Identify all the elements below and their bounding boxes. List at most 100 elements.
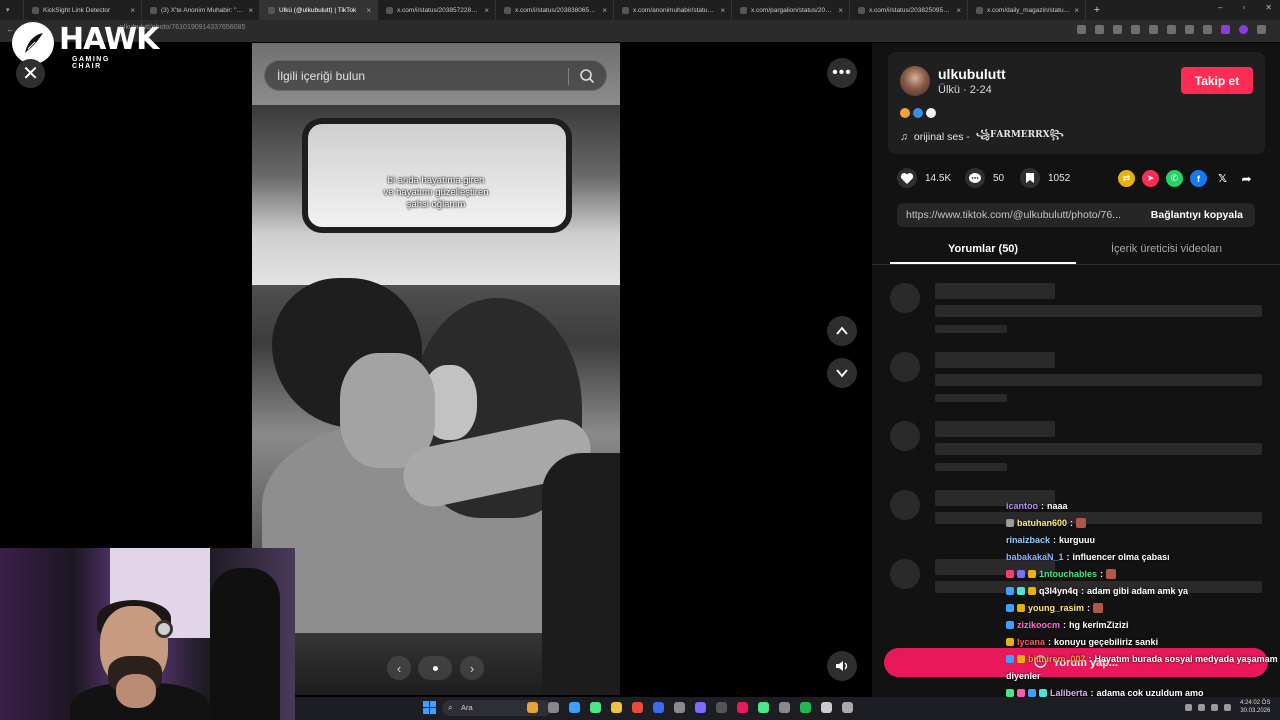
browser-tab[interactable]: x.com/anonimuhabir/status/20 × xyxy=(614,0,732,20)
browser-tab[interactable]: x.com/i/status/203838065910 × xyxy=(496,0,614,20)
obs-icon[interactable] xyxy=(779,702,790,713)
tray-network-icon[interactable] xyxy=(1198,704,1205,711)
browser-tab[interactable]: KickSight Link Detector × xyxy=(24,0,142,20)
x-twitter-icon[interactable]: 𝕏 xyxy=(1214,170,1231,187)
tab-menu-button[interactable]: ▾ xyxy=(0,0,24,20)
maximize-icon[interactable]: ▫ xyxy=(1242,3,1245,12)
tray-volume-icon[interactable] xyxy=(1224,704,1231,711)
music-info[interactable]: ♫ orijinal ses - ꧁𝐅𝐀𝐑𝐌𝐄𝐑𝐑𝐗꧂ xyxy=(900,128,1064,146)
author-avatar[interactable] xyxy=(900,66,930,96)
carousel-next-button[interactable]: › xyxy=(460,656,484,680)
chat-username[interactable]: lycana xyxy=(1017,636,1045,648)
tab-creator-videos[interactable]: İçerik üreticisi videoları xyxy=(1111,243,1222,255)
copy-link-button[interactable]: Bağlantıyı kopyala xyxy=(1151,209,1243,221)
chat-username[interactable]: zizikoocm xyxy=(1017,619,1060,631)
office-icon[interactable] xyxy=(632,702,643,713)
chat-message: q3l4yn4q: adam gibi adam amk ya xyxy=(1006,585,1188,597)
file-explorer-icon[interactable] xyxy=(611,702,622,713)
tab-close-icon[interactable]: × xyxy=(720,6,725,15)
chat-message: zizikoocm: hg kerimZizizi xyxy=(1006,619,1129,631)
app-icon[interactable] xyxy=(653,702,664,713)
share-page-icon[interactable] xyxy=(1131,25,1140,34)
store-icon[interactable] xyxy=(674,702,685,713)
browser-tab[interactable]: x.com/daily_magazin/status/20 × xyxy=(968,0,1086,20)
tab-close-icon[interactable]: × xyxy=(484,6,489,15)
close-window-icon[interactable]: ✕ xyxy=(1265,3,1272,12)
whatsapp-app-icon[interactable] xyxy=(758,702,769,713)
send-share-icon[interactable]: ➤ xyxy=(1142,170,1159,187)
tab-close-icon[interactable]: × xyxy=(130,6,135,15)
chat-username[interactable]: batuhan600 xyxy=(1017,517,1067,529)
browser-tab[interactable]: x.com/i/status/203825095890 × xyxy=(850,0,968,20)
windows-start-button[interactable] xyxy=(423,701,436,714)
settings-icon[interactable] xyxy=(842,702,853,713)
extensions-icon[interactable] xyxy=(1167,25,1176,34)
chat-emote-icon xyxy=(1093,603,1104,613)
post-photo: bi anda hayatıma giren ve hayatımı güzel… xyxy=(252,43,620,695)
carousel-prev-button[interactable]: ‹ xyxy=(387,656,411,680)
translate-icon[interactable] xyxy=(1077,25,1086,34)
browser-tab-bar: ▾ KickSight Link Detector × (3) X'te Anoni… xyxy=(0,0,1280,20)
comment-button[interactable]: 50 xyxy=(965,168,1004,188)
chevron-down-icon xyxy=(836,369,848,378)
tab-close-icon[interactable]: × xyxy=(838,6,843,15)
volume-button[interactable] xyxy=(827,651,857,681)
browser-menu-icon[interactable] xyxy=(1257,25,1266,34)
chat-username[interactable]: rinaizback xyxy=(1006,534,1050,546)
previous-post-button[interactable] xyxy=(827,316,857,346)
chrome-icon[interactable] xyxy=(590,702,601,713)
close-viewer-button[interactable]: ✕ xyxy=(16,59,45,88)
tray-chevron-icon[interactable] xyxy=(1185,704,1192,711)
tab-close-icon[interactable]: × xyxy=(1074,6,1079,15)
taskbar-clock[interactable]: 4:24:02 ÖS 30.03.2026 xyxy=(1240,699,1270,715)
profile-avatar[interactable] xyxy=(1239,25,1248,34)
search-icon[interactable] xyxy=(579,68,595,89)
facebook-icon[interactable]: f xyxy=(1190,170,1207,187)
browser-tab[interactable]: Ülkü (@ulkubulutt) | TikTok × xyxy=(260,0,378,20)
cast-icon[interactable] xyxy=(1095,25,1104,34)
chat-badge-icon xyxy=(1006,519,1014,527)
edge-icon[interactable] xyxy=(569,702,580,713)
browser-tab[interactable]: x.com/i/status/203857228629 × xyxy=(378,0,496,20)
new-tab-button[interactable]: + xyxy=(1086,0,1106,20)
tab-close-icon[interactable]: × xyxy=(602,6,607,15)
chat-username[interactable]: 1ntouchables xyxy=(1039,568,1097,580)
browser-tab[interactable]: x.com/pargalion/status/20385 × xyxy=(732,0,850,20)
tab-close-icon[interactable]: × xyxy=(956,6,961,15)
minimize-icon[interactable]: – xyxy=(1218,3,1222,12)
tab-comments[interactable]: Yorumlar (50) xyxy=(948,243,1018,255)
chat-username[interactable]: icantoo xyxy=(1006,500,1038,512)
chat-username[interactable]: q3l4yn4q xyxy=(1039,585,1078,597)
embed-share-icon[interactable]: ⇄ xyxy=(1118,170,1135,187)
bookmark-star-icon[interactable] xyxy=(1149,25,1158,34)
caption-line: bi anda hayatıma giren xyxy=(387,175,485,186)
profile-extension-icon[interactable] xyxy=(1221,25,1230,34)
next-post-button[interactable] xyxy=(827,358,857,388)
tab-close-icon[interactable]: × xyxy=(366,6,371,15)
more-share-icon[interactable]: ➦ xyxy=(1238,170,1255,187)
author-username[interactable]: ulkubulutt xyxy=(938,66,1006,82)
chat-username[interactable]: babakakaN_1 xyxy=(1006,551,1064,563)
sidebar-icon[interactable] xyxy=(1203,25,1212,34)
browser-tab[interactable]: (3) X'te Anonim Muhabir: "Bir g × xyxy=(142,0,260,20)
task-view-icon[interactable] xyxy=(548,702,559,713)
chat-username[interactable]: bilmirem_007 xyxy=(1028,653,1086,665)
whatsapp-icon[interactable]: ✆ xyxy=(1166,170,1183,187)
like-button[interactable]: 14.5K xyxy=(897,168,951,188)
zoom-icon[interactable] xyxy=(1113,25,1122,34)
discord-icon[interactable] xyxy=(695,702,706,713)
post-link-text[interactable]: https://www.tiktok.com/@ulkubulutt/photo… xyxy=(906,209,1144,221)
download-icon[interactable] xyxy=(1185,25,1194,34)
app-icon[interactable] xyxy=(737,702,748,713)
more-options-button[interactable]: ••• xyxy=(827,58,857,88)
save-button[interactable]: 1052 xyxy=(1020,168,1070,188)
widgets-icon[interactable] xyxy=(527,702,538,713)
follow-button[interactable]: Takip et xyxy=(1181,67,1253,94)
tray-battery-icon[interactable] xyxy=(1211,704,1218,711)
tab-close-icon[interactable]: × xyxy=(248,6,253,15)
related-search-input[interactable]: İlgili içeriği bulun xyxy=(264,60,607,91)
steam-icon[interactable] xyxy=(716,702,727,713)
chat-username[interactable]: young_rasim xyxy=(1028,602,1084,614)
spotify-icon[interactable] xyxy=(800,702,811,713)
chat-app-icon[interactable] xyxy=(821,702,832,713)
